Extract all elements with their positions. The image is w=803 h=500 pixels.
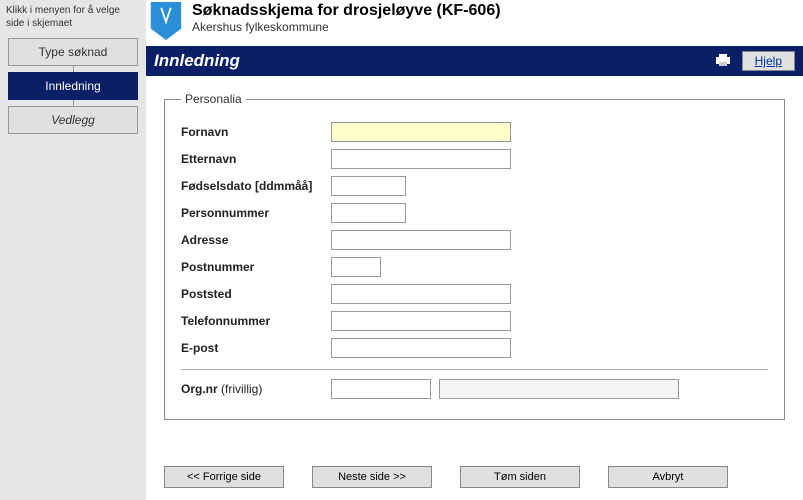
input-poststed[interactable] xyxy=(331,284,511,304)
label-orgnr: Org.nr (frivillig) xyxy=(181,382,331,396)
nav-item-innledning[interactable]: Innledning xyxy=(8,72,138,100)
label-adresse: Adresse xyxy=(181,233,331,247)
input-fodselsdato[interactable] xyxy=(331,176,406,196)
sidebar: Klikk i menyen for å velge side i skjema… xyxy=(0,0,146,500)
cancel-button[interactable]: Avbryt xyxy=(608,466,728,488)
section-title: Innledning xyxy=(154,51,714,71)
personalia-fieldset: Personalia Fornavn Etternavn Fødselsdato… xyxy=(164,92,785,420)
header: Søknadsskjema for drosjeløyve (KF-606) A… xyxy=(146,0,803,46)
input-telefonnummer[interactable] xyxy=(331,311,511,331)
label-telefonnummer: Telefonnummer xyxy=(181,314,331,328)
input-etternavn[interactable] xyxy=(331,149,511,169)
next-page-button[interactable]: Neste side >> xyxy=(312,466,432,488)
sidebar-hint: Klikk i menyen for å velge side i skjema… xyxy=(0,0,146,38)
section-bar: Innledning Hjelp xyxy=(146,46,803,76)
divider xyxy=(181,369,768,370)
input-fornavn[interactable] xyxy=(331,122,511,142)
label-poststed: Poststed xyxy=(181,287,331,301)
prev-page-button[interactable]: << Forrige side xyxy=(164,466,284,488)
input-epost[interactable] xyxy=(331,338,511,358)
main: Søknadsskjema for drosjeløyve (KF-606) A… xyxy=(146,0,803,500)
page-title: Søknadsskjema for drosjeløyve (KF-606) xyxy=(192,2,795,20)
input-personnummer[interactable] xyxy=(331,203,406,223)
form-content: Personalia Fornavn Etternavn Fødselsdato… xyxy=(146,76,803,460)
label-etternavn: Etternavn xyxy=(181,152,331,166)
clear-page-button[interactable]: Tøm siden xyxy=(460,466,580,488)
input-orgnr-name[interactable] xyxy=(439,379,679,399)
label-personnummer: Personnummer xyxy=(181,206,331,220)
label-fornavn: Fornavn xyxy=(181,125,331,139)
label-epost: E-post xyxy=(181,341,331,355)
input-orgnr[interactable] xyxy=(331,379,431,399)
footer-buttons: << Forrige side Neste side >> Tøm siden … xyxy=(146,460,803,500)
print-icon[interactable] xyxy=(714,53,732,70)
help-button[interactable]: Hjelp xyxy=(742,51,795,71)
nav-item-vedlegg[interactable]: Vedlegg xyxy=(8,106,138,134)
label-fodselsdato: Fødselsdato [ddmmåå] xyxy=(181,179,331,193)
page-subtitle: Akershus fylkeskommune xyxy=(192,20,795,34)
municipality-logo-icon xyxy=(150,2,182,40)
label-postnummer: Postnummer xyxy=(181,260,331,274)
fieldset-legend: Personalia xyxy=(181,92,246,106)
nav-item-type-soknad[interactable]: Type søknad xyxy=(8,38,138,66)
input-adresse[interactable] xyxy=(331,230,511,250)
input-postnummer[interactable] xyxy=(331,257,381,277)
